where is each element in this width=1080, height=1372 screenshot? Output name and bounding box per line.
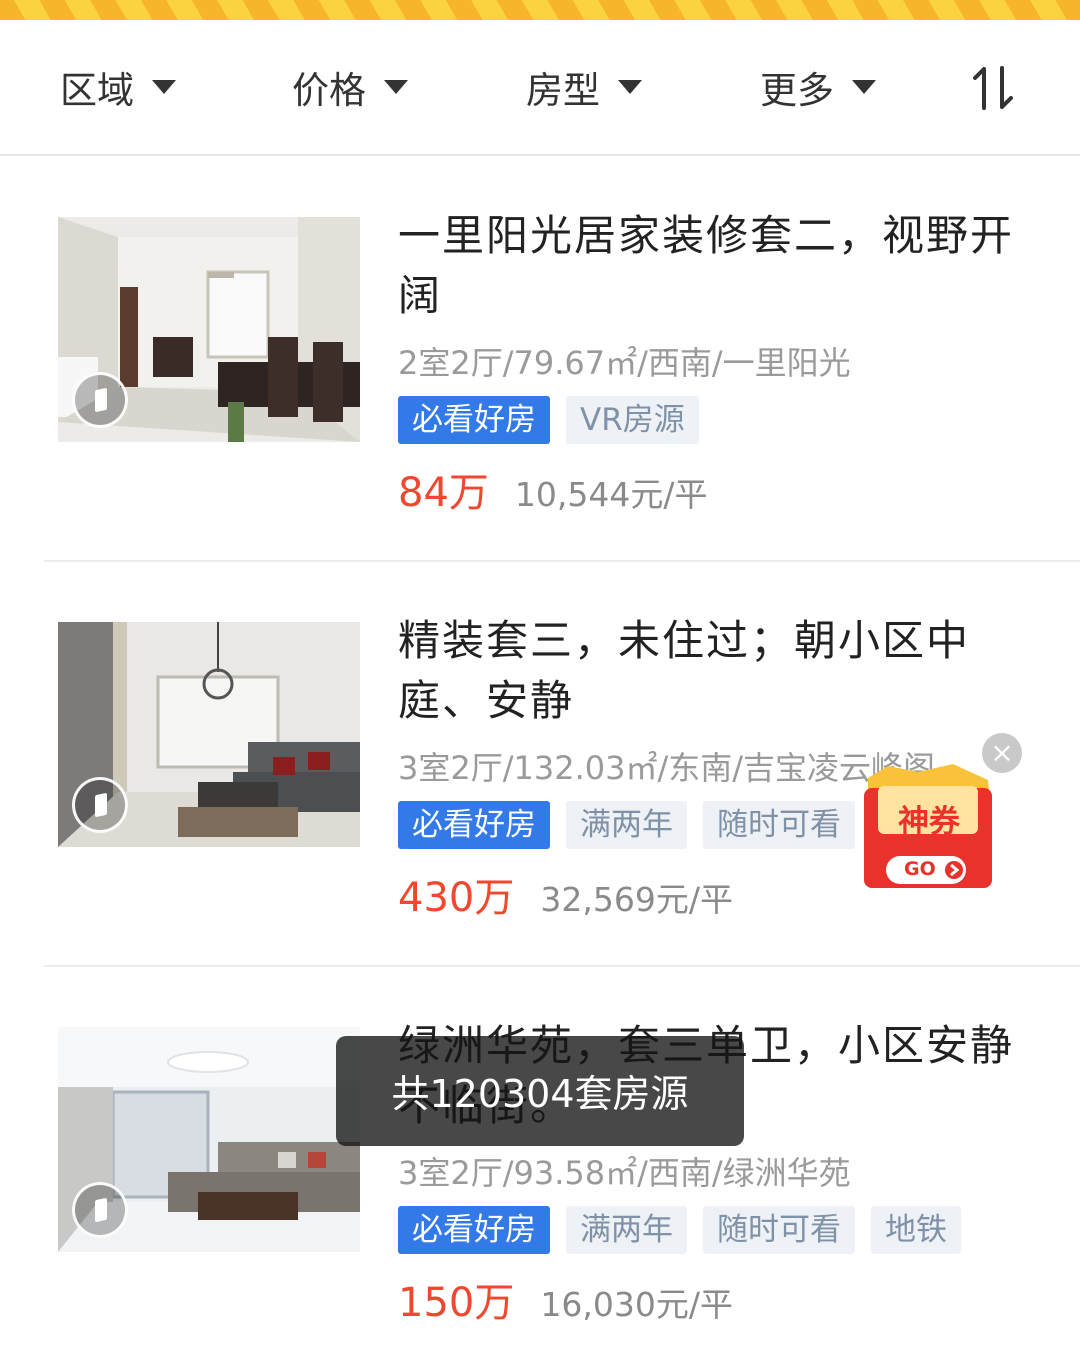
listing-tags: 必看好房 满两年 随时可看 地铁 [398, 1206, 961, 1254]
tag-must-see: 必看好房 [398, 396, 550, 444]
coupon-widget[interactable]: 神券 GO [858, 758, 1000, 898]
filter-more[interactable]: 更多 [760, 20, 876, 154]
listing-item[interactable]: 绿洲华苑，套三单卫，小区安静不临街。 3室2厅/93.58㎡/西南/绿洲华苑 必… [0, 968, 1080, 1372]
listing-tags: 必看好房 VR房源 [398, 396, 699, 444]
tag-viewable: 随时可看 [703, 1206, 855, 1254]
tag-viewable: 随时可看 [703, 801, 855, 849]
sort-icon[interactable] [972, 66, 1016, 110]
caret-down-icon [384, 80, 408, 94]
vr-play-icon[interactable] [72, 777, 128, 833]
coupon-go-label: GO [904, 858, 936, 880]
unit-price: 32,569元/平 [540, 880, 733, 919]
filter-area-label: 区域 [60, 69, 134, 112]
tag-must-see: 必看好房 [398, 1206, 550, 1254]
caret-down-icon [618, 80, 642, 94]
listing-meta: 2室2厅/79.67㎡/西南/一里阳光 [398, 344, 851, 382]
tag-subway: 地铁 [871, 1206, 961, 1254]
divider [44, 560, 1080, 562]
price-row: 430万 32,569元/平 [398, 865, 733, 923]
caret-down-icon [152, 80, 176, 94]
listing-title[interactable]: 一里阳光居家装修套二，视野开阔 [398, 206, 1038, 326]
unit-price: 16,030元/平 [540, 1285, 733, 1324]
total-price: 150万 [398, 1280, 515, 1326]
vr-play-icon[interactable] [72, 372, 128, 428]
coupon-label: 神券 [898, 804, 960, 840]
tag-must-see: 必看好房 [398, 801, 550, 849]
unit-price: 10,544元/平 [514, 475, 708, 514]
result-count-toast: 共120304套房源 [336, 1036, 744, 1146]
total-price: 84万 [398, 470, 489, 516]
total-price: 430万 [398, 875, 515, 921]
filter-area[interactable]: 区域 [60, 20, 176, 154]
filter-price-label: 价格 [292, 69, 366, 112]
top-banner [0, 0, 1080, 20]
listing-title[interactable]: 精装套三，未住过；朝小区中庭、安静 [398, 611, 1038, 731]
listing-meta: 3室2厅/132.03㎡/东南/吉宝凌云峰阁 [398, 749, 936, 787]
divider [44, 965, 1080, 967]
filter-price[interactable]: 价格 [292, 20, 408, 154]
filter-bar: 区域 价格 房型 更多 [0, 20, 1080, 156]
listing-photo[interactable] [58, 217, 360, 442]
listing-meta: 3室2厅/93.58㎡/西南/绿洲华苑 [398, 1154, 851, 1192]
filter-layout[interactable]: 房型 [526, 20, 642, 154]
price-row: 150万 16,030元/平 [398, 1270, 733, 1328]
listing-photo[interactable] [58, 622, 360, 847]
listing-tags: 必看好房 满两年 随时可看 [398, 801, 855, 849]
tag-vr: VR房源 [566, 396, 699, 444]
listing-item[interactable]: 一里阳光居家装修套二，视野开阔 2室2厅/79.67㎡/西南/一里阳光 必看好房… [0, 158, 1080, 562]
tag-two-years: 满两年 [566, 801, 687, 849]
listing-photo[interactable] [58, 1027, 360, 1252]
filter-more-label: 更多 [760, 69, 834, 112]
price-row: 84万 10,544元/平 [398, 460, 708, 518]
filter-layout-label: 房型 [526, 69, 600, 112]
caret-down-icon [852, 80, 876, 94]
vr-play-icon[interactable] [72, 1182, 128, 1238]
tag-two-years: 满两年 [566, 1206, 687, 1254]
